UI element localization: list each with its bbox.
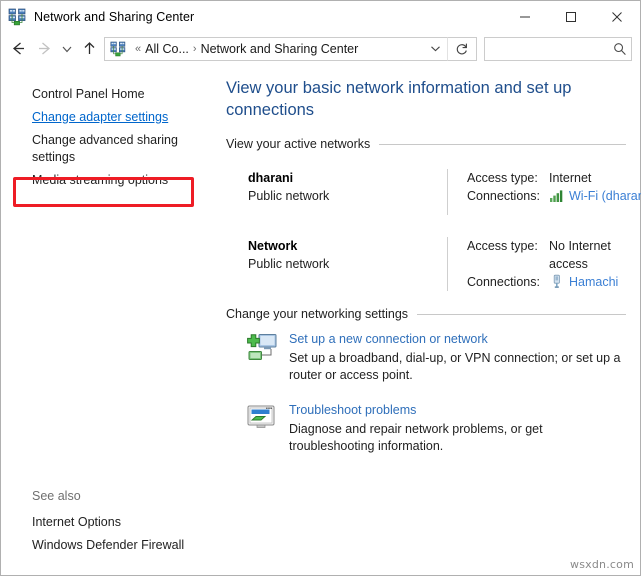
heading-rule: [417, 314, 626, 315]
see-also-item-internet-options[interactable]: Internet Options: [1, 511, 212, 534]
connections-value: Wi-Fi (dharani): [549, 187, 641, 205]
breadcrumb-separator[interactable]: ›: [189, 43, 201, 55]
task-troubleshoot-problems[interactable]: Troubleshoot problems Diagnose and repai…: [246, 402, 626, 455]
wifi-signal-icon: [549, 188, 565, 203]
network-sharing-icon: [8, 8, 26, 26]
network-divider: [447, 169, 448, 215]
close-button[interactable]: [594, 1, 640, 32]
sidebar-item-media-streaming-options[interactable]: Media streaming options: [1, 169, 212, 192]
task-title-link[interactable]: Troubleshoot problems: [289, 402, 416, 419]
connection-link[interactable]: Hamachi: [569, 273, 618, 291]
sidebar-item-change-advanced-sharing-settings[interactable]: Change advanced sharing settings: [1, 129, 212, 169]
network-type: Public network: [248, 255, 447, 273]
page-title: View your basic network information and …: [226, 77, 596, 121]
heading-rule: [379, 144, 626, 145]
breadcrumb-network-icon: [110, 41, 126, 57]
connections-label: Connections:: [467, 187, 549, 205]
search-input[interactable]: [485, 39, 609, 59]
address-bar[interactable]: « All Co... › Network and Sharing Center: [104, 37, 447, 61]
up-button[interactable]: [77, 36, 101, 62]
see-also-section: See also Internet Options Windows Defend…: [1, 489, 212, 557]
sidebar-item-control-panel-home[interactable]: Control Panel Home: [1, 83, 212, 106]
back-button[interactable]: [5, 36, 31, 62]
active-network-row: Network Public network Access type: No I…: [224, 225, 626, 301]
networking-settings-heading: Change your networking settings: [226, 307, 626, 321]
see-also-item-windows-defender-firewall[interactable]: Windows Defender Firewall: [1, 534, 212, 557]
main-panel: View your basic network information and …: [212, 65, 640, 575]
search-icon[interactable]: [609, 38, 631, 60]
refresh-button[interactable]: [447, 37, 477, 61]
network-name: Network: [248, 237, 447, 255]
chevron-down-icon[interactable]: [423, 37, 447, 61]
window-controls: [502, 1, 640, 32]
network-type: Public network: [248, 187, 447, 205]
network-identity: Network Public network: [224, 237, 447, 291]
maximize-button[interactable]: [548, 1, 594, 32]
sidebar: Control Panel Home Change adapter settin…: [1, 65, 212, 575]
connection-link[interactable]: Wi-Fi (dharani): [569, 187, 641, 205]
task-description: Set up a broadband, dial-up, or VPN conn…: [289, 350, 626, 384]
window-title: Network and Sharing Center: [34, 10, 194, 24]
networking-settings-heading-label: Change your networking settings: [226, 307, 408, 321]
access-type-label: Access type:: [467, 237, 549, 255]
watermark: wsxdn.com: [570, 558, 634, 571]
network-adapter-icon: [549, 274, 565, 289]
network-properties: Access type: No Internet access Connecti…: [467, 237, 626, 291]
navigation-bar: « All Co... › Network and Sharing Center: [1, 32, 640, 65]
connections-row: Connections: Hamachi: [467, 273, 626, 291]
network-properties: Access type: Internet Connections:: [467, 169, 626, 215]
connections-row: Connections: Wi-Fi (dharani): [467, 187, 626, 205]
task-body: Set up a new connection or network Set u…: [289, 331, 626, 384]
access-type-label: Access type:: [467, 169, 549, 187]
access-type-value: Internet: [549, 169, 591, 187]
title-bar: Network and Sharing Center: [1, 1, 640, 32]
forward-button: [31, 36, 57, 62]
task-body: Troubleshoot problems Diagnose and repai…: [289, 402, 626, 455]
search-box[interactable]: [484, 37, 632, 61]
network-name: dharani: [248, 169, 447, 187]
connections-label: Connections:: [467, 273, 549, 291]
breadcrumb-overflow[interactable]: «: [131, 43, 145, 55]
active-network-row: dharani Public network Access type: Inte…: [224, 157, 626, 225]
content-area: Control Panel Home Change adapter settin…: [1, 65, 640, 575]
task-set-up-new-connection[interactable]: Set up a new connection or network Set u…: [246, 331, 626, 384]
active-networks-heading-label: View your active networks: [226, 137, 370, 151]
see-also-heading: See also: [1, 489, 212, 511]
access-type-row: Access type: No Internet access: [467, 237, 626, 273]
breadcrumb-item-all-control-panel[interactable]: All Co...: [145, 42, 189, 56]
network-identity: dharani Public network: [224, 169, 447, 215]
minimize-button[interactable]: [502, 1, 548, 32]
access-type-row: Access type: Internet: [467, 169, 626, 187]
troubleshoot-icon: [246, 403, 280, 435]
sidebar-item-change-adapter-settings[interactable]: Change adapter settings: [1, 106, 212, 129]
new-connection-icon: [246, 332, 280, 364]
network-sharing-center-window: Network and Sharing Center: [0, 0, 641, 576]
network-divider: [447, 237, 448, 291]
recent-locations-button[interactable]: [57, 36, 77, 62]
active-networks-heading: View your active networks: [226, 137, 626, 151]
connections-value: Hamachi: [549, 273, 618, 291]
access-type-value: No Internet access: [549, 237, 626, 273]
breadcrumb-item-network-and-sharing-center[interactable]: Network and Sharing Center: [201, 42, 359, 56]
task-title-link[interactable]: Set up a new connection or network: [289, 331, 488, 348]
task-description: Diagnose and repair network problems, or…: [289, 421, 626, 455]
